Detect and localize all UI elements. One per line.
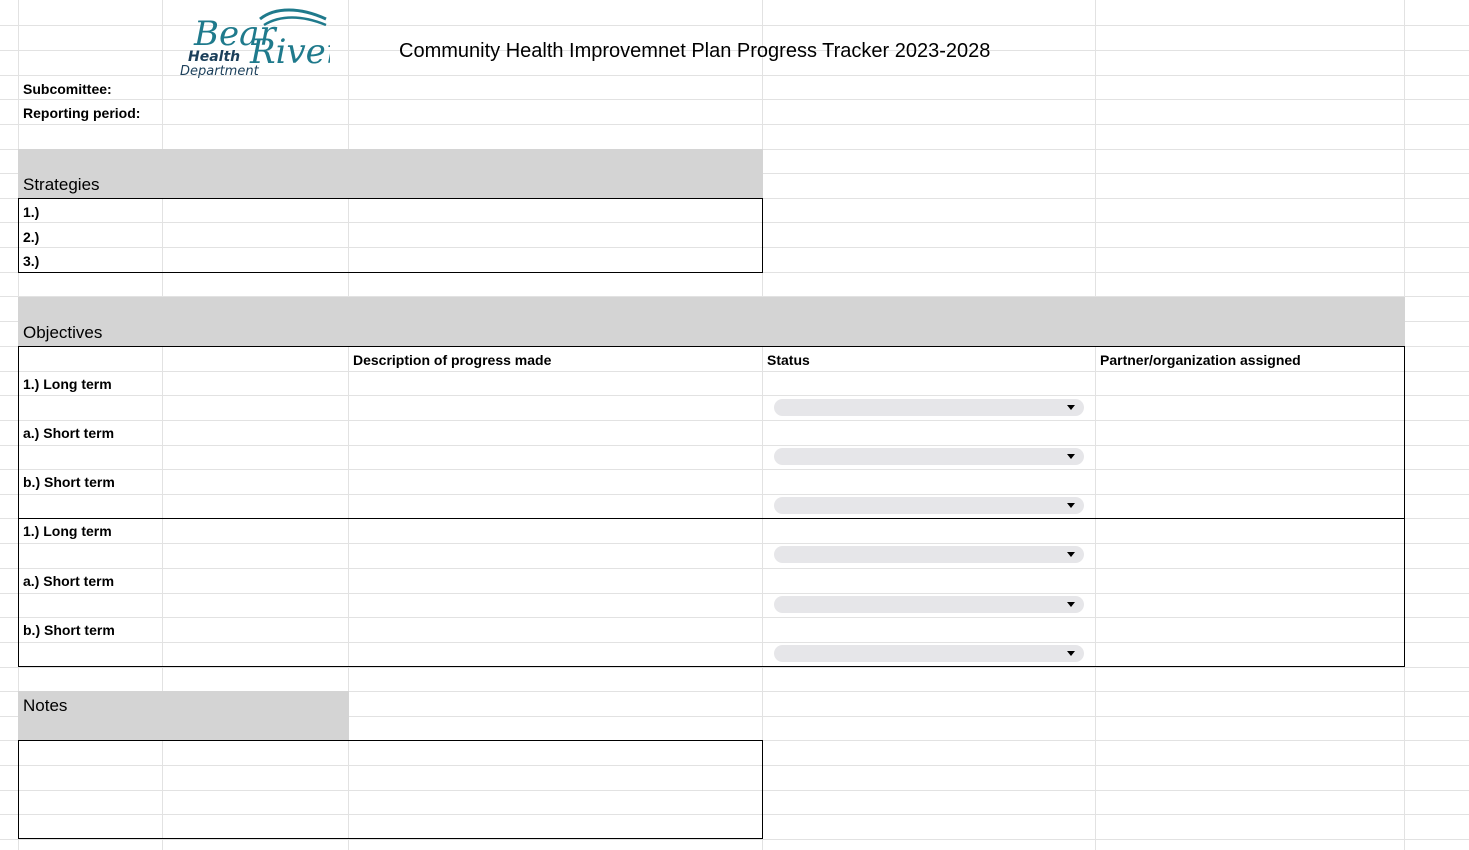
objective-row-label-4: 1.) Long term	[23, 523, 112, 539]
partner-cell-6[interactable]	[1096, 617, 1403, 665]
notes-box[interactable]	[18, 740, 763, 839]
objectives-heading: Objectives	[23, 323, 103, 342]
objective-row-label-5: a.) Short term	[23, 573, 115, 589]
strategy-label-1: 1.)	[23, 204, 40, 220]
objective-description-cell-2[interactable]	[349, 420, 762, 468]
objective-description-cell-4[interactable]	[349, 518, 762, 566]
caret-down-icon	[1067, 454, 1075, 459]
logo-health-text: Health	[188, 49, 240, 65]
column-header-partner: Partner/organization assigned	[1100, 352, 1301, 368]
objectives-section-header	[18, 297, 1405, 346]
logo-river-text: River	[249, 32, 330, 72]
partner-cell-5[interactable]	[1096, 568, 1403, 616]
subcommittee-label: Subcomittee:	[23, 81, 112, 97]
strategy-cell-3[interactable]	[163, 247, 761, 271]
strategies-heading: Strategies	[23, 175, 100, 194]
status-dropdown-6[interactable]	[774, 645, 1084, 662]
bear-river-logo: Bear River Health Department	[180, 8, 330, 79]
reporting-period-cell[interactable]	[163, 100, 348, 124]
reporting-period-label: Reporting period:	[23, 105, 141, 121]
caret-down-icon	[1067, 552, 1075, 557]
strategy-label-3: 3.)	[23, 253, 40, 269]
strategy-cell-1[interactable]	[163, 199, 761, 223]
notes-section-header	[18, 691, 349, 740]
status-dropdown-3[interactable]	[774, 497, 1084, 514]
strategy-label-2: 2.)	[23, 229, 40, 245]
objective-row-label-6: b.) Short term	[23, 622, 115, 638]
status-dropdown-4[interactable]	[774, 546, 1084, 563]
caret-down-icon	[1067, 503, 1075, 508]
status-dropdown-5[interactable]	[774, 596, 1084, 613]
notes-heading: Notes	[23, 696, 68, 715]
strategy-cell-2[interactable]	[163, 223, 761, 247]
page-title: Community Health Improvemnet Plan Progre…	[399, 40, 991, 62]
strategies-section-header	[18, 149, 763, 198]
objective-row-label-3: b.) Short term	[23, 474, 115, 490]
objective-description-cell-6[interactable]	[349, 617, 762, 665]
status-dropdown-2[interactable]	[774, 448, 1084, 465]
objective-row-label-1: 1.) Long term	[23, 376, 112, 392]
partner-cell-3[interactable]	[1096, 469, 1403, 517]
status-dropdown-1[interactable]	[774, 399, 1084, 416]
objective-row-label-2: a.) Short term	[23, 425, 115, 441]
caret-down-icon	[1067, 651, 1075, 656]
objective-description-cell-3[interactable]	[349, 469, 762, 517]
column-header-description: Description of progress made	[353, 352, 552, 368]
partner-cell-4[interactable]	[1096, 518, 1403, 566]
objective-description-cell-5[interactable]	[349, 568, 762, 616]
caret-down-icon	[1067, 405, 1075, 410]
subcommittee-cell[interactable]	[163, 76, 348, 100]
partner-cell-1[interactable]	[1096, 371, 1403, 419]
partner-cell-2[interactable]	[1096, 420, 1403, 468]
column-header-status: Status	[767, 352, 810, 368]
caret-down-icon	[1067, 602, 1075, 607]
objective-description-cell-1[interactable]	[349, 371, 762, 419]
